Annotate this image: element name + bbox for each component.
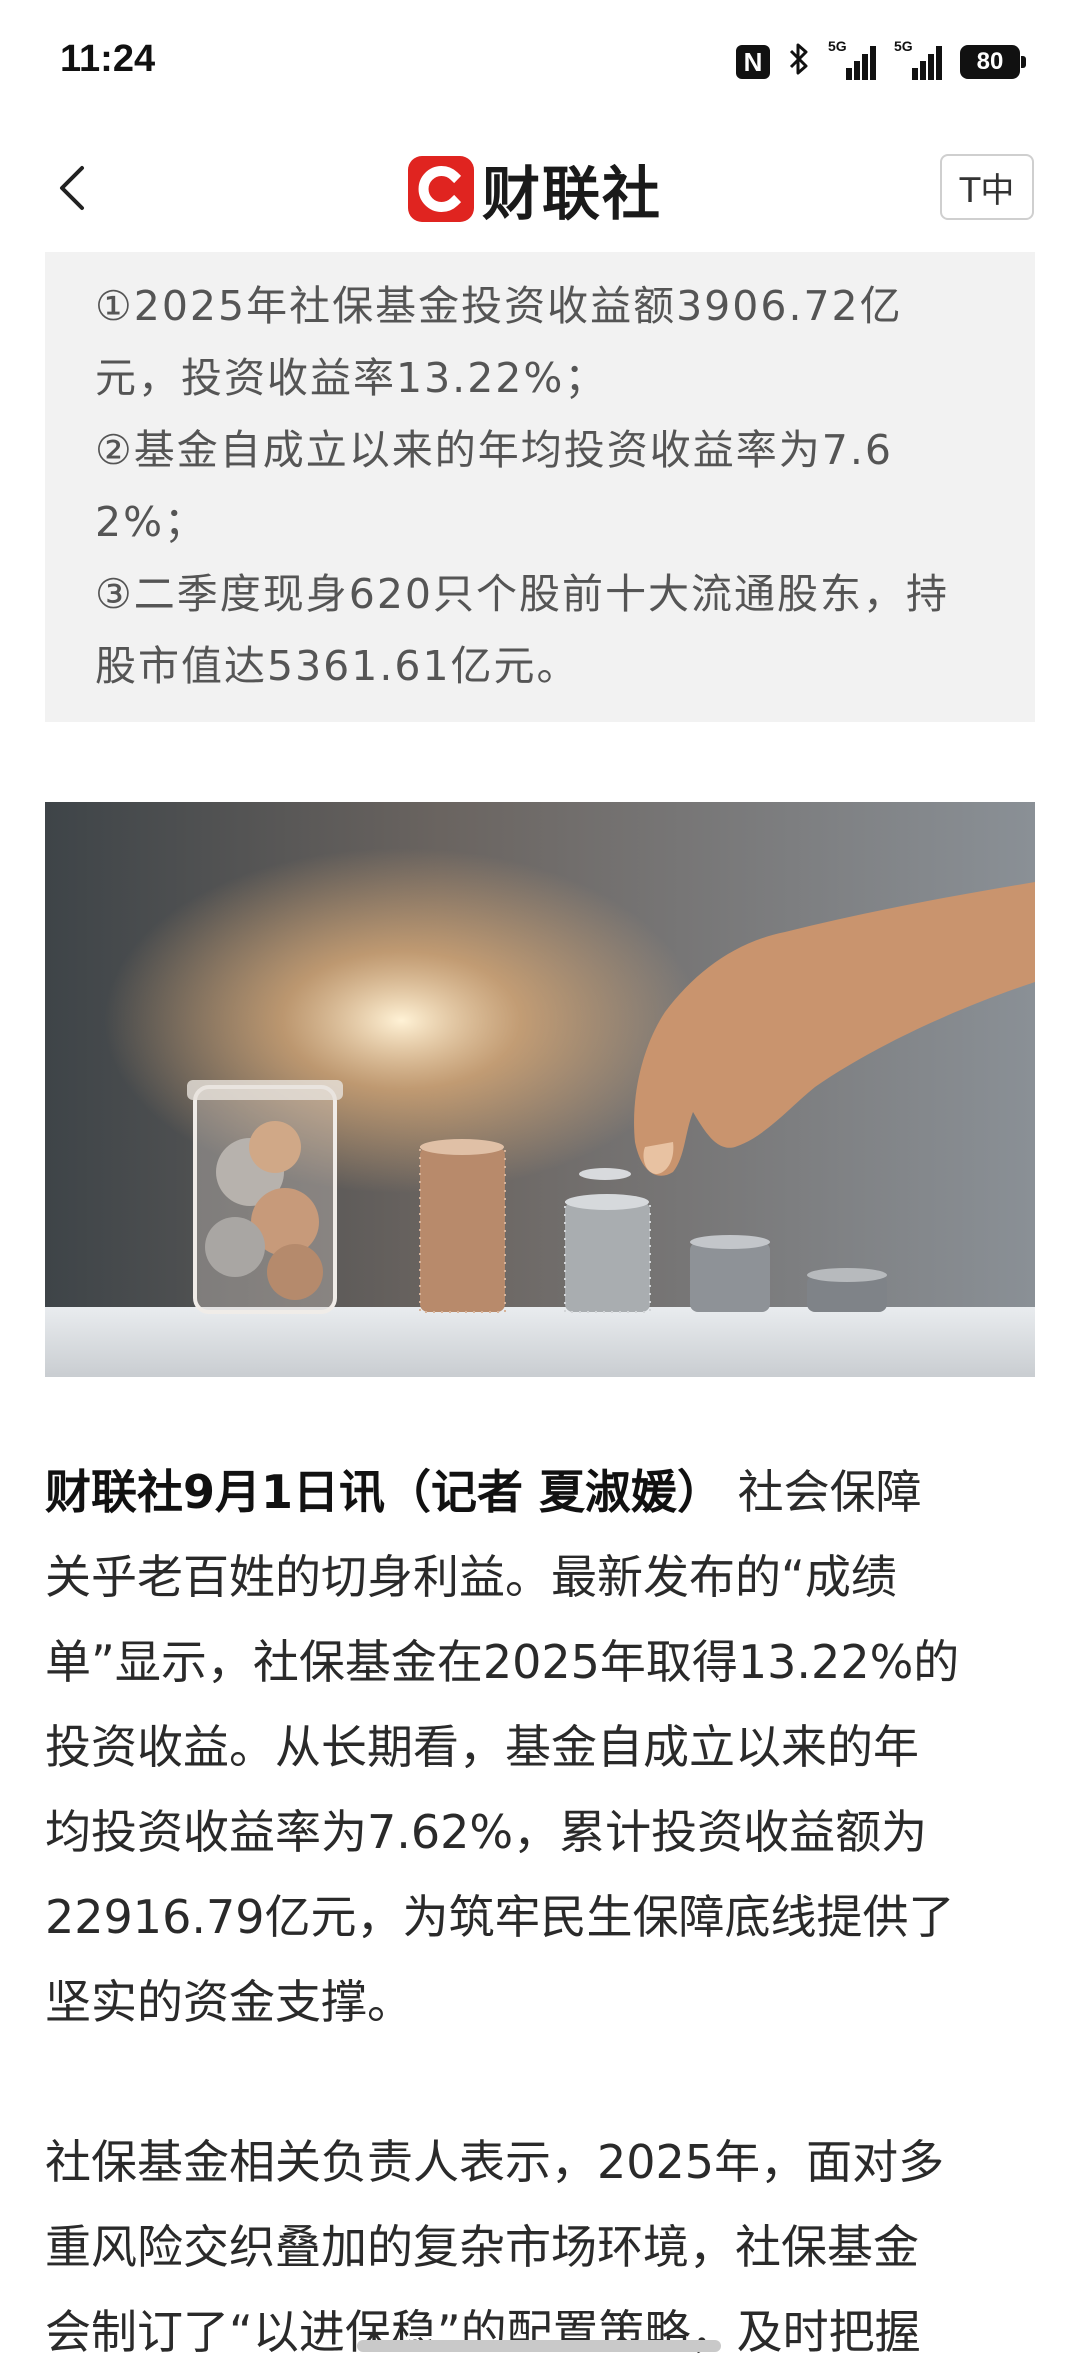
logo-text: 财联社	[482, 160, 663, 228]
summary-line: 股市值达5361.61亿元。	[95, 642, 580, 690]
article-line: 会制订了“以进保稳”的配置策略，及时把握	[45, 2305, 921, 2359]
signal-2-icon: 5G	[894, 38, 942, 80]
summary-line: ②基金自成立以来的年均投资收益率为7.6	[95, 426, 893, 474]
article-lead: 财联社9月1日讯（记者 夏淑媛）	[45, 1465, 724, 1519]
summary-line: 元，投资收益率13.22%；	[95, 354, 608, 402]
coin-jar	[187, 1080, 343, 1314]
bluetooth-icon	[788, 42, 810, 82]
article-line: 22916.79亿元，为筑牢民生保障底线提供了	[45, 1890, 955, 1944]
coin-stack-silver-short	[807, 1268, 887, 1312]
article-line: 均投资收益率为7.62%，累计投资收益额为	[45, 1805, 928, 1859]
status-icons: N 5G 5G 80	[736, 38, 1026, 84]
summary-line: ③二季度现身620只个股前十大流通股东，持	[95, 570, 950, 618]
summary-line: ①2025年社保基金投资收益额3906.72亿	[95, 282, 903, 330]
coin-stack-copper	[419, 1139, 506, 1313]
battery-icon: 80	[960, 45, 1026, 79]
article-line: 单”显示，社保基金在2025年取得13.22%的	[45, 1635, 960, 1689]
article-line: 重风险交织叠加的复杂市场环境，社保基金	[45, 2220, 919, 2274]
app-logo: 财联社	[408, 152, 662, 228]
home-indicator[interactable]	[357, 2340, 721, 2352]
back-arrow-icon[interactable]	[50, 164, 98, 212]
status-bar: 11:24 N 5G 5G 80	[0, 0, 1080, 126]
article-line: 社保基金相关负责人表示，2025年，面对多	[45, 2135, 945, 2189]
summary-line: 2%；	[95, 498, 208, 546]
summary-box: ①2025年社保基金投资收益额3906.72亿 元，投资收益率13.22%； ②…	[45, 252, 1035, 722]
article-paragraph-1: 财联社9月1日讯（记者 夏淑媛） 社会保障 关乎老百姓的切身利益。最新发布的“成…	[45, 1450, 1035, 2045]
coin-stack-silver-mid	[690, 1235, 770, 1312]
nfc-icon: N	[736, 45, 770, 79]
article-line: 坚实的资金支撑。	[45, 1975, 413, 2029]
article-line: 财联社9月1日讯（记者 夏淑媛） 社会保障	[45, 1465, 922, 1519]
signal-1-icon: 5G	[828, 38, 876, 80]
article-line: 投资收益。从长期看，基金自成立以来的年	[45, 1720, 919, 1774]
article-image[interactable]	[45, 802, 1035, 1377]
font-size-button[interactable]: T中	[940, 154, 1034, 220]
article-paragraph-2: 社保基金相关负责人表示，2025年，面对多 重风险交织叠加的复杂市场环境，社保基…	[45, 2120, 1035, 2375]
logo-c-icon	[408, 156, 474, 222]
article-header: 财联社 T中	[0, 126, 1080, 250]
status-time: 11:24	[60, 38, 156, 80]
article-line: 关乎老百姓的切身利益。最新发布的“成绩	[45, 1550, 897, 1604]
coin-stack-silver-tall	[564, 1194, 651, 1313]
